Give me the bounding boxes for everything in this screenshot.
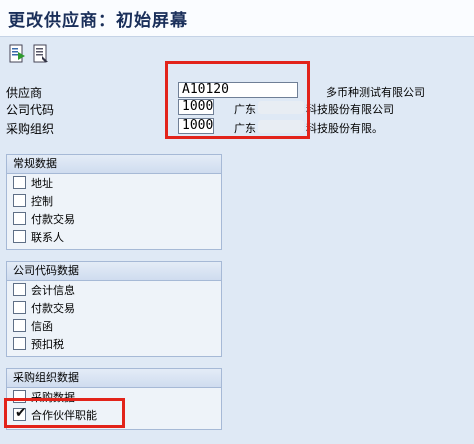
- checkbox-label: 地址: [31, 177, 53, 190]
- checkbox-box[interactable]: [13, 283, 26, 296]
- checkbox-box[interactable]: [13, 194, 26, 207]
- purch-org-label: 采购组织: [6, 122, 55, 136]
- title-bar: 更改供应商：初始屏幕: [0, 0, 474, 37]
- company-code-label: 公司代码: [6, 103, 55, 117]
- checkbox-label: 付款交易: [31, 302, 75, 315]
- checkbox-label: 信函: [31, 320, 53, 333]
- company-code-data-title: 公司代码数据: [7, 262, 221, 281]
- checkbox-box[interactable]: [13, 212, 26, 225]
- checkbox-label: 预扣税: [31, 338, 64, 351]
- checkbox-label: 付款交易: [31, 213, 75, 226]
- checkbox-box[interactable]: [13, 230, 26, 243]
- company-code-data-group: 公司代码数据 会计信息 付款交易 信函 预扣税: [6, 261, 222, 357]
- checkbox-label: 联系人: [31, 231, 64, 244]
- general-data-title: 常规数据: [7, 155, 221, 174]
- purchasing-org-data-title: 采购组织数据: [7, 369, 221, 388]
- execute-icon[interactable]: [8, 44, 26, 64]
- vendor-label: 供应商: [6, 86, 43, 100]
- vendor-description: 多币种测试有限公司: [326, 86, 425, 99]
- checkbox-label: 会计信息: [31, 284, 75, 297]
- checkbox-box[interactable]: [13, 176, 26, 189]
- checkbox-box[interactable]: [13, 301, 26, 314]
- checkbox-box[interactable]: [13, 337, 26, 350]
- general-data-group: 常规数据 地址 控制 付款交易 联系人: [6, 154, 222, 250]
- document-icon[interactable]: [32, 44, 50, 64]
- purch-org-desc-suffix: 科技股份有限。: [306, 122, 383, 135]
- company-code-desc-suffix: 科技股份有限公司: [306, 103, 394, 116]
- checkbox-label: 控制: [31, 195, 53, 208]
- highlight-box-partner-functions: [4, 398, 125, 428]
- highlight-box-fields: [165, 61, 310, 139]
- checkbox-box[interactable]: [13, 319, 26, 332]
- window-title: 更改供应商：初始屏幕: [8, 11, 188, 31]
